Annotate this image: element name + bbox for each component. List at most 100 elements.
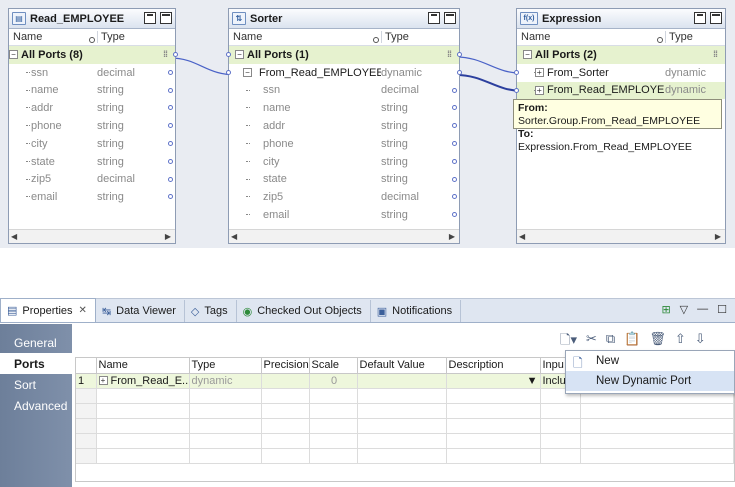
- port-row[interactable]: addr string: [9, 99, 175, 117]
- horizontal-scrollbar[interactable]: ◀ ▶: [229, 229, 459, 243]
- all-ports-group[interactable]: − All Ports (2) ⁞⁞: [517, 46, 725, 64]
- scroll-right-icon[interactable]: ▶: [715, 232, 721, 241]
- output-port-dot[interactable]: [452, 194, 457, 200]
- port-row[interactable]: name string: [229, 99, 459, 117]
- scroll-right-icon[interactable]: ▶: [165, 232, 171, 241]
- output-port-dot[interactable]: [457, 69, 462, 75]
- sidebar-item-general[interactable]: General: [0, 332, 72, 353]
- sidebar-item-sort[interactable]: Sort: [0, 374, 72, 395]
- column-header-type[interactable]: Type: [189, 358, 262, 374]
- tab-data-viewer[interactable]: ↹ Data Viewer: [96, 300, 185, 322]
- port-row[interactable]: ssn decimal: [229, 82, 459, 100]
- collapse-icon[interactable]: −: [9, 50, 18, 60]
- scroll-right-icon[interactable]: ▶: [449, 232, 455, 241]
- minimize-icon[interactable]: [144, 12, 156, 24]
- type-column-header[interactable]: Type: [97, 31, 125, 43]
- tab-properties[interactable]: ▤ Properties ✕: [0, 298, 96, 322]
- output-port-dot[interactable]: [452, 158, 457, 164]
- read-employee-transformation[interactable]: ▤ Read_EMPLOYEE Name Type − All Ports (8)…: [8, 8, 178, 244]
- collapse-icon[interactable]: −: [243, 67, 252, 77]
- scroll-left-icon[interactable]: ◀: [519, 232, 525, 241]
- input-port-dot[interactable]: [226, 69, 231, 75]
- port-row[interactable]: phone string: [229, 135, 459, 153]
- drag-handle-icon[interactable]: ⁞⁞: [713, 49, 718, 59]
- sorter-transformation[interactable]: ⇅ Sorter Name Type − All Ports (1) ⁞⁞ − Fr…: [226, 8, 462, 244]
- port-row[interactable]: state string: [229, 171, 459, 189]
- cell-precision[interactable]: [261, 373, 310, 389]
- new-window-icon[interactable]: ⊞: [661, 303, 670, 316]
- sidebar-item-advanced[interactable]: Advanced: [0, 395, 72, 416]
- menu-item-new-dynamic-port[interactable]: New Dynamic Port: [566, 371, 734, 391]
- expression-title-bar[interactable]: f(x) Expression: [517, 9, 725, 29]
- collapse-icon[interactable]: −: [235, 50, 244, 60]
- horizontal-scrollbar[interactable]: ◀ ▶: [9, 229, 175, 243]
- type-column-header[interactable]: Type: [381, 31, 409, 43]
- port-row[interactable]: email string: [229, 206, 459, 224]
- output-port-dot[interactable]: [168, 105, 173, 111]
- output-port-dot[interactable]: [452, 105, 457, 111]
- port-row[interactable]: name string: [9, 82, 175, 100]
- expand-icon[interactable]: +: [535, 68, 544, 78]
- all-ports-group[interactable]: − All Ports (8) ⁞⁞: [9, 46, 178, 64]
- input-port-dot[interactable]: [226, 52, 231, 57]
- input-port-dot[interactable]: [514, 69, 519, 75]
- port-row[interactable]: email string: [9, 188, 175, 206]
- type-column-header[interactable]: Type: [665, 31, 693, 43]
- name-column-header[interactable]: Name: [229, 31, 381, 43]
- mapping-canvas[interactable]: ▤ Read_EMPLOYEE Name Type − All Ports (8)…: [0, 0, 735, 248]
- expression-port-from-read-employee[interactable]: + From_Read_EMPLOYEE dynamic: [514, 81, 725, 100]
- column-header-precision[interactable]: Precision: [261, 358, 310, 374]
- all-ports-group[interactable]: − All Ports (1) ⁞⁞: [226, 46, 462, 64]
- output-port-dot[interactable]: [168, 123, 173, 129]
- output-port-dot[interactable]: [452, 140, 457, 146]
- collapse-icon[interactable]: −: [523, 50, 532, 60]
- expand-icon[interactable]: +: [98, 376, 108, 386]
- output-port-dot[interactable]: [457, 52, 462, 57]
- output-port-dot[interactable]: [168, 194, 173, 200]
- output-port-dot[interactable]: [168, 87, 173, 93]
- dynamic-port-row[interactable]: − From_Read_EMPLOYEE dynamic: [226, 64, 462, 82]
- read-employee-title-bar[interactable]: ▤ Read_EMPLOYEE: [9, 9, 175, 29]
- scroll-left-icon[interactable]: ◀: [11, 232, 17, 241]
- sidebar-item-ports[interactable]: Ports: [0, 353, 72, 374]
- port-row[interactable]: zip5 decimal: [229, 188, 459, 206]
- output-port-dot[interactable]: [452, 123, 457, 129]
- maximize-icon[interactable]: [160, 12, 172, 24]
- port-row[interactable]: zip5 decimal: [9, 171, 175, 189]
- minimize-icon[interactable]: [428, 12, 440, 24]
- output-port-dot[interactable]: [168, 69, 173, 75]
- drag-handle-icon[interactable]: ⁞⁞: [163, 49, 168, 59]
- column-header-scale[interactable]: Scale: [309, 358, 358, 374]
- expand-icon[interactable]: +: [535, 86, 544, 96]
- name-column-header[interactable]: Name: [517, 31, 665, 43]
- column-header-description[interactable]: Description: [446, 358, 541, 374]
- column-header-name[interactable]: Name: [96, 358, 190, 374]
- column-header-default-value[interactable]: Default Value: [357, 358, 447, 374]
- minimize-icon[interactable]: [694, 12, 706, 24]
- dropdown-arrow-icon[interactable]: ▼: [527, 375, 538, 387]
- port-row[interactable]: city string: [9, 135, 175, 153]
- output-port-dot[interactable]: [168, 158, 173, 164]
- output-port-dot[interactable]: [452, 176, 457, 182]
- port-row[interactable]: addr string: [229, 117, 459, 135]
- maximize-icon[interactable]: [710, 12, 722, 24]
- close-icon[interactable]: ✕: [79, 305, 87, 316]
- minimize-view-icon[interactable]: —: [697, 303, 708, 316]
- cell-type[interactable]: dynamic: [189, 373, 262, 389]
- port-row[interactable]: phone string: [9, 117, 175, 135]
- cell-scale[interactable]: 0: [309, 373, 358, 389]
- output-port-dot[interactable]: [168, 176, 173, 182]
- drag-handle-icon[interactable]: ⁞⁞: [447, 49, 452, 59]
- maximize-icon[interactable]: [444, 12, 456, 24]
- sorter-title-bar[interactable]: ⇅ Sorter: [229, 9, 459, 29]
- port-row[interactable]: state string: [9, 153, 175, 171]
- tab-notifications[interactable]: ▣ Notifications: [371, 300, 462, 322]
- output-port-dot[interactable]: [452, 87, 457, 93]
- output-port-dot[interactable]: [173, 52, 178, 57]
- cell-default-value[interactable]: [357, 373, 447, 389]
- expression-port-from-sorter[interactable]: + From_Sorter dynamic: [514, 64, 725, 82]
- tab-tags[interactable]: ◇ Tags: [185, 300, 237, 322]
- scroll-left-icon[interactable]: ◀: [231, 232, 237, 241]
- port-row[interactable]: ssn decimal: [9, 64, 175, 82]
- maximize-view-icon[interactable]: ☐: [717, 303, 727, 316]
